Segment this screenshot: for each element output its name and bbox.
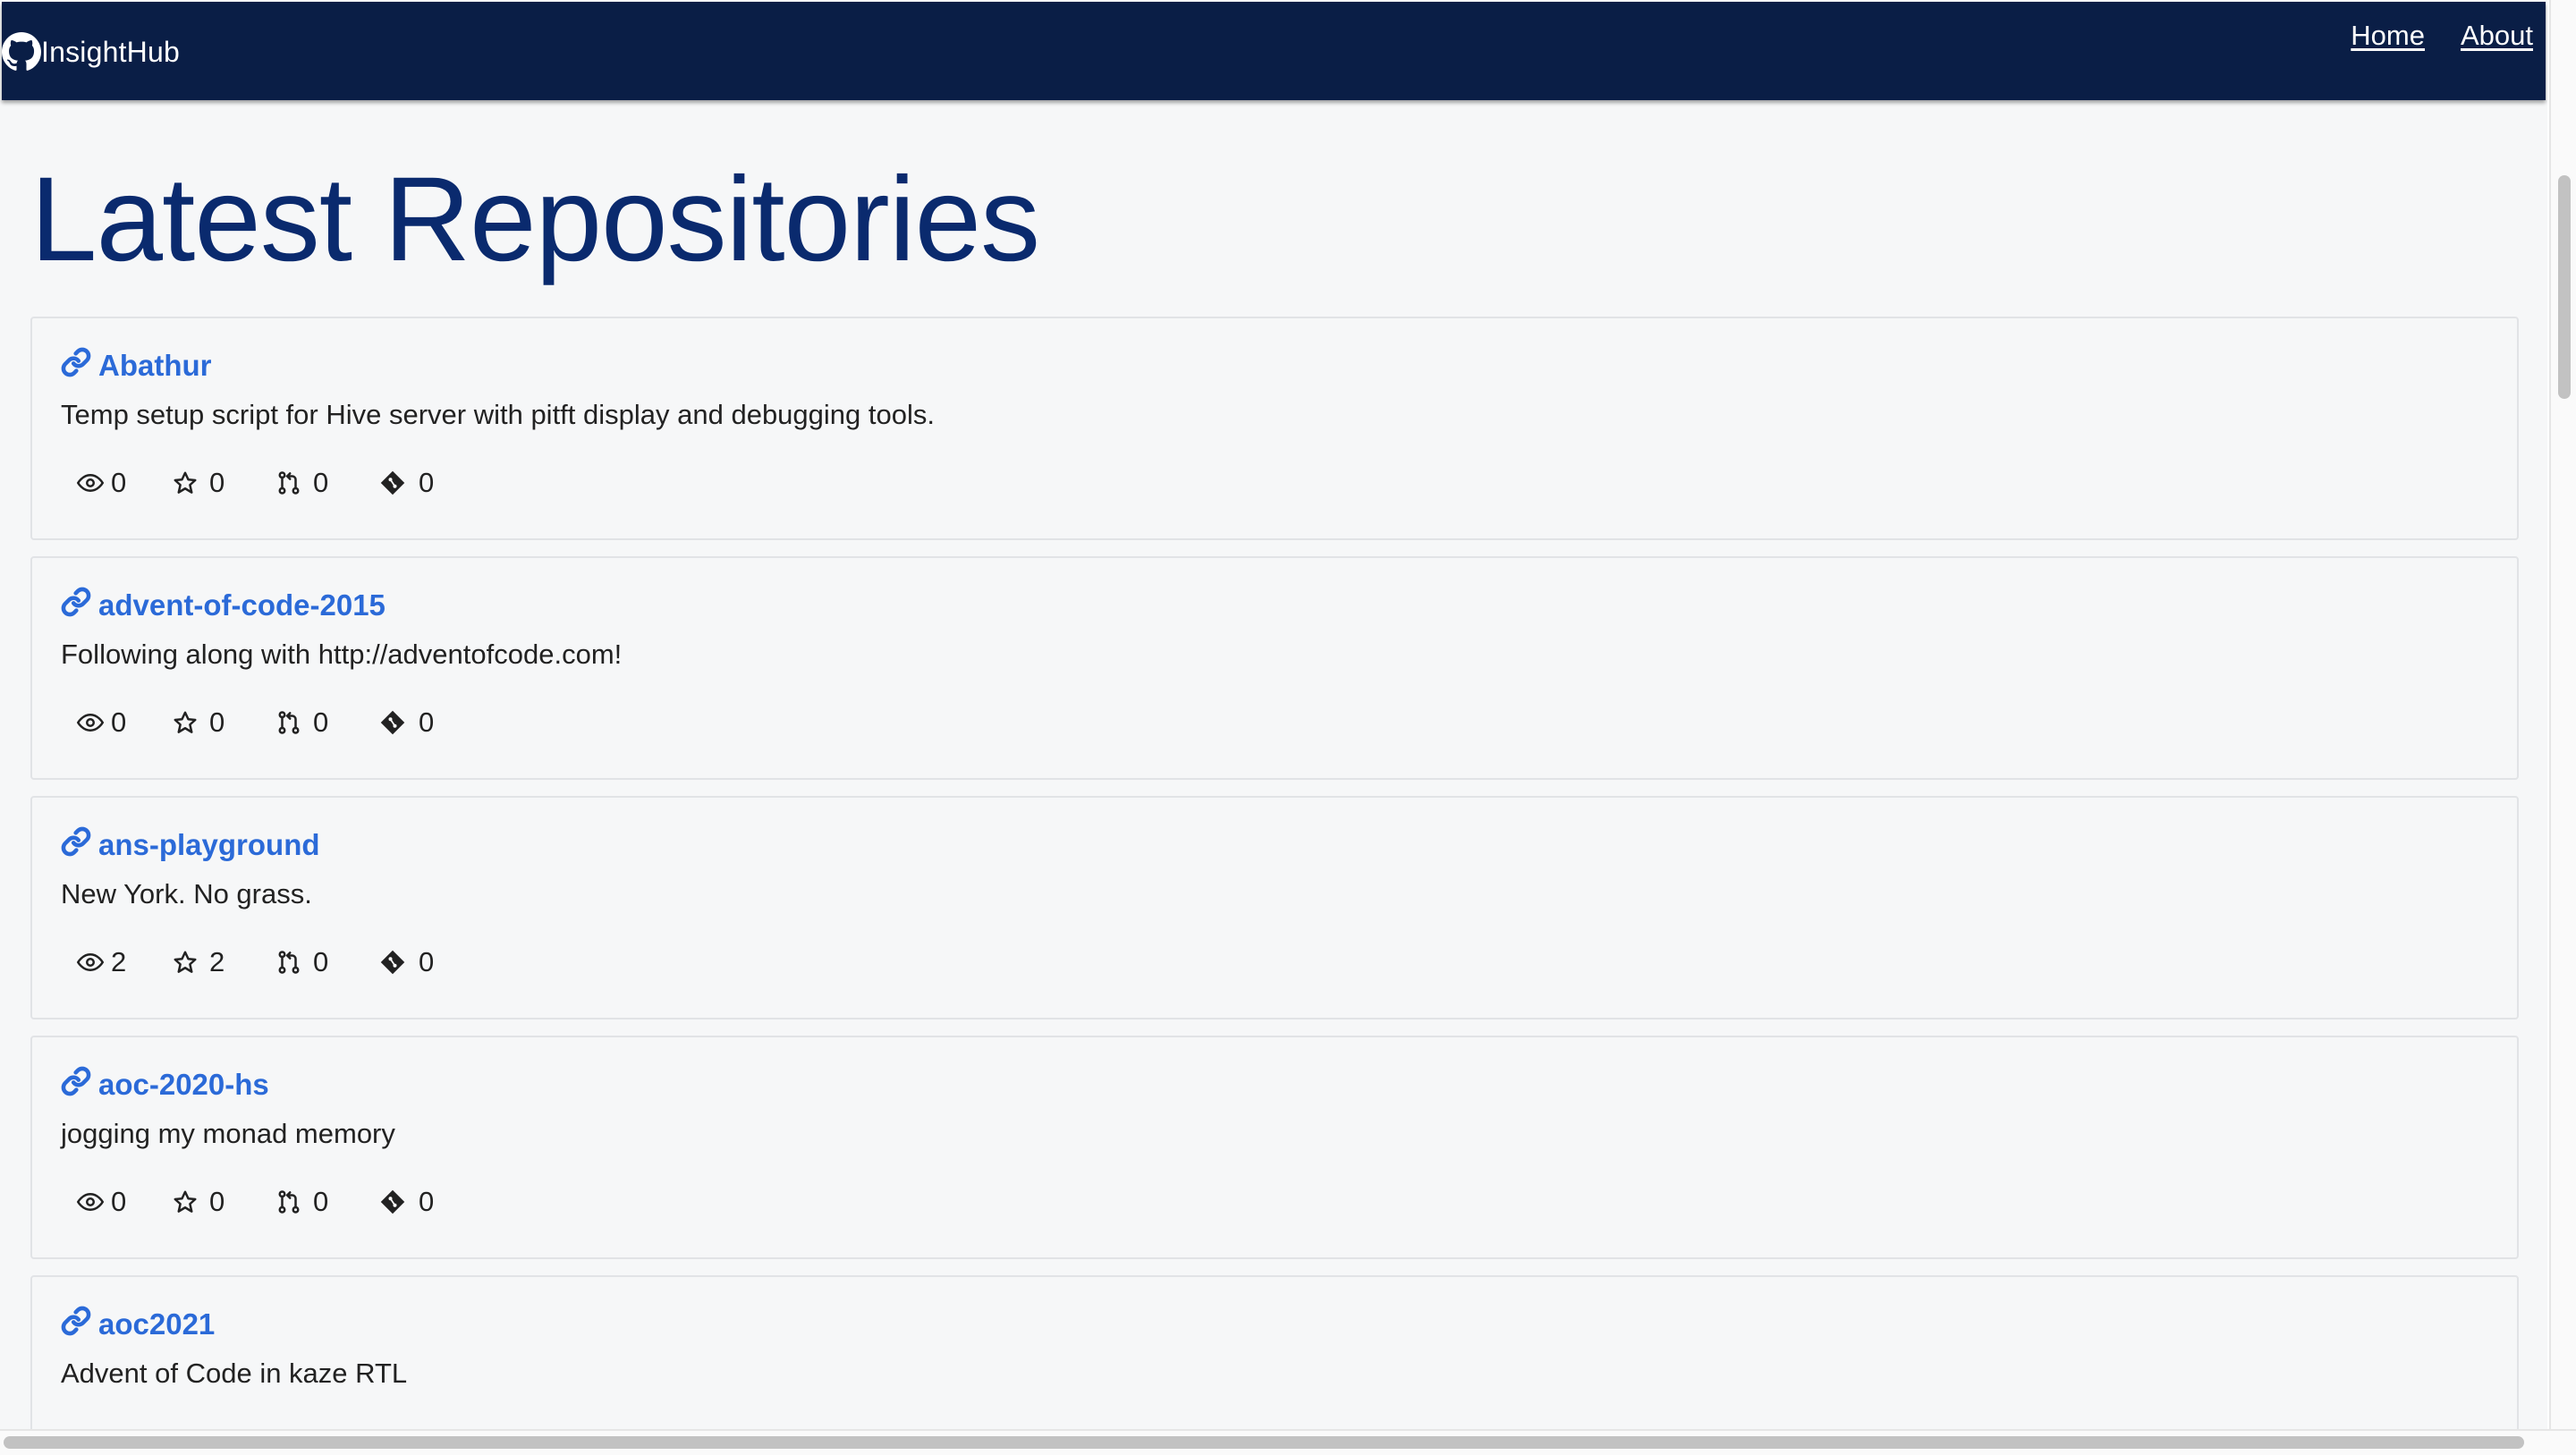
- pull-request-icon: [278, 471, 300, 495]
- repo-name: aoc2021: [98, 1307, 216, 1341]
- watchers-count: 2: [111, 946, 127, 977]
- pull-requests-stat: 0: [275, 946, 379, 978]
- stars-stat: 0: [172, 467, 275, 499]
- horizontal-scrollbar[interactable]: [0, 1429, 2576, 1455]
- repo-card: advent-of-code-2015 Following along with…: [30, 556, 2519, 780]
- pull-request-icon: [278, 711, 300, 734]
- pull-request-icon: [278, 1190, 300, 1214]
- repo-description: Following along with http://adventofcode…: [61, 639, 623, 670]
- pull-requests-stat: 0: [275, 467, 379, 499]
- stars-stat: 0: [172, 1186, 275, 1218]
- pull-requests-stat: 0: [275, 706, 379, 739]
- repo-name: Abathur: [98, 349, 212, 382]
- navbar: InsightHub Home About: [2, 2, 2546, 100]
- repo-card: aoc-2020-hs jogging my monad memory 0 0 …: [30, 1036, 2519, 1259]
- watchers-stat: 0: [77, 706, 172, 739]
- repo-stats: 0 0 0 0: [77, 706, 451, 739]
- repo-description: Temp setup script for Hive server with p…: [61, 399, 935, 430]
- star-icon: [174, 1190, 197, 1213]
- repo-name-link[interactable]: aoc-2020-hs: [61, 1066, 269, 1104]
- repo-name-link[interactable]: advent-of-code-2015: [61, 587, 386, 624]
- eye-icon: [77, 1192, 104, 1212]
- stars-stat: 2: [172, 946, 275, 978]
- git-commit-icon: [380, 470, 405, 495]
- repo-card: ans-playground New York. No grass. 2 2 0: [30, 796, 2519, 1019]
- repo-name: ans-playground: [98, 828, 320, 861]
- nav-links: Home About: [2351, 20, 2533, 52]
- commits-stat: 0: [379, 467, 451, 499]
- star-icon: [174, 471, 197, 494]
- brand-name: InsightHub: [41, 35, 180, 68]
- pull-requests-count: 0: [313, 706, 329, 738]
- vertical-scrollbar-thumb[interactable]: [2558, 175, 2571, 399]
- repo-stats: 2 2 0 0: [77, 946, 451, 978]
- horizontal-scrollbar-thumb[interactable]: [4, 1436, 2524, 1449]
- watchers-stat: 2: [77, 946, 172, 978]
- git-commit-icon: [380, 710, 405, 735]
- page-viewport: InsightHub Home About Latest Repositorie…: [0, 0, 2547, 1429]
- watchers-count: 0: [111, 706, 127, 738]
- stars-count: 0: [209, 467, 225, 498]
- repo-name: advent-of-code-2015: [98, 588, 386, 622]
- commits-stat: 0: [379, 946, 451, 978]
- stars-count: 0: [209, 706, 225, 738]
- star-icon: [174, 711, 197, 733]
- repo-card: aoc2021 Advent of Code in kaze RTL: [30, 1275, 2519, 1429]
- link-icon: [61, 826, 98, 864]
- github-icon: [2, 32, 41, 72]
- watchers-stat: 0: [77, 1186, 172, 1218]
- link-icon: [61, 1066, 98, 1104]
- watchers-count: 0: [111, 1186, 127, 1217]
- commits-count: 0: [419, 467, 435, 498]
- repo-description: jogging my monad memory: [61, 1118, 395, 1149]
- commits-count: 0: [419, 946, 435, 977]
- page-title: Latest Repositories: [30, 153, 1040, 286]
- watchers-count: 0: [111, 467, 127, 498]
- link-icon: [61, 587, 98, 624]
- eye-icon: [77, 473, 104, 493]
- pull-request-icon: [278, 951, 300, 974]
- stars-count: 2: [209, 946, 225, 977]
- star-icon: [174, 951, 197, 973]
- pull-requests-count: 0: [313, 946, 329, 977]
- nav-about-link[interactable]: About: [2461, 20, 2533, 52]
- pull-requests-count: 0: [313, 467, 329, 498]
- repo-name-link[interactable]: ans-playground: [61, 826, 320, 864]
- git-commit-icon: [380, 950, 405, 975]
- commits-count: 0: [419, 1186, 435, 1217]
- commits-stat: 0: [379, 706, 451, 739]
- repo-name-link[interactable]: Abathur: [61, 347, 212, 385]
- repo-name: aoc-2020-hs: [98, 1068, 269, 1101]
- repo-list: Abathur Temp setup script for Hive serve…: [30, 317, 2519, 1429]
- watchers-stat: 0: [77, 467, 172, 499]
- brand-link[interactable]: InsightHub: [2, 30, 180, 73]
- link-icon: [61, 1306, 98, 1343]
- repo-stats: 0 0 0 0: [77, 467, 451, 499]
- eye-icon: [77, 713, 104, 732]
- nav-home-link[interactable]: Home: [2351, 20, 2425, 52]
- commits-stat: 0: [379, 1186, 451, 1218]
- stars-count: 0: [209, 1186, 225, 1217]
- repo-name-link[interactable]: aoc2021: [61, 1306, 215, 1343]
- repo-description: New York. No grass.: [61, 878, 312, 909]
- eye-icon: [77, 952, 104, 972]
- repo-stats: 0 0 0 0: [77, 1186, 451, 1218]
- repo-description: Advent of Code in kaze RTL: [61, 1358, 408, 1389]
- git-commit-icon: [380, 1189, 405, 1214]
- link-icon: [61, 347, 98, 385]
- pull-requests-count: 0: [313, 1186, 329, 1217]
- commits-count: 0: [419, 706, 435, 738]
- repo-card: Abathur Temp setup script for Hive serve…: [30, 317, 2519, 540]
- pull-requests-stat: 0: [275, 1186, 379, 1218]
- vertical-scrollbar[interactable]: [2549, 0, 2576, 1429]
- stars-stat: 0: [172, 706, 275, 739]
